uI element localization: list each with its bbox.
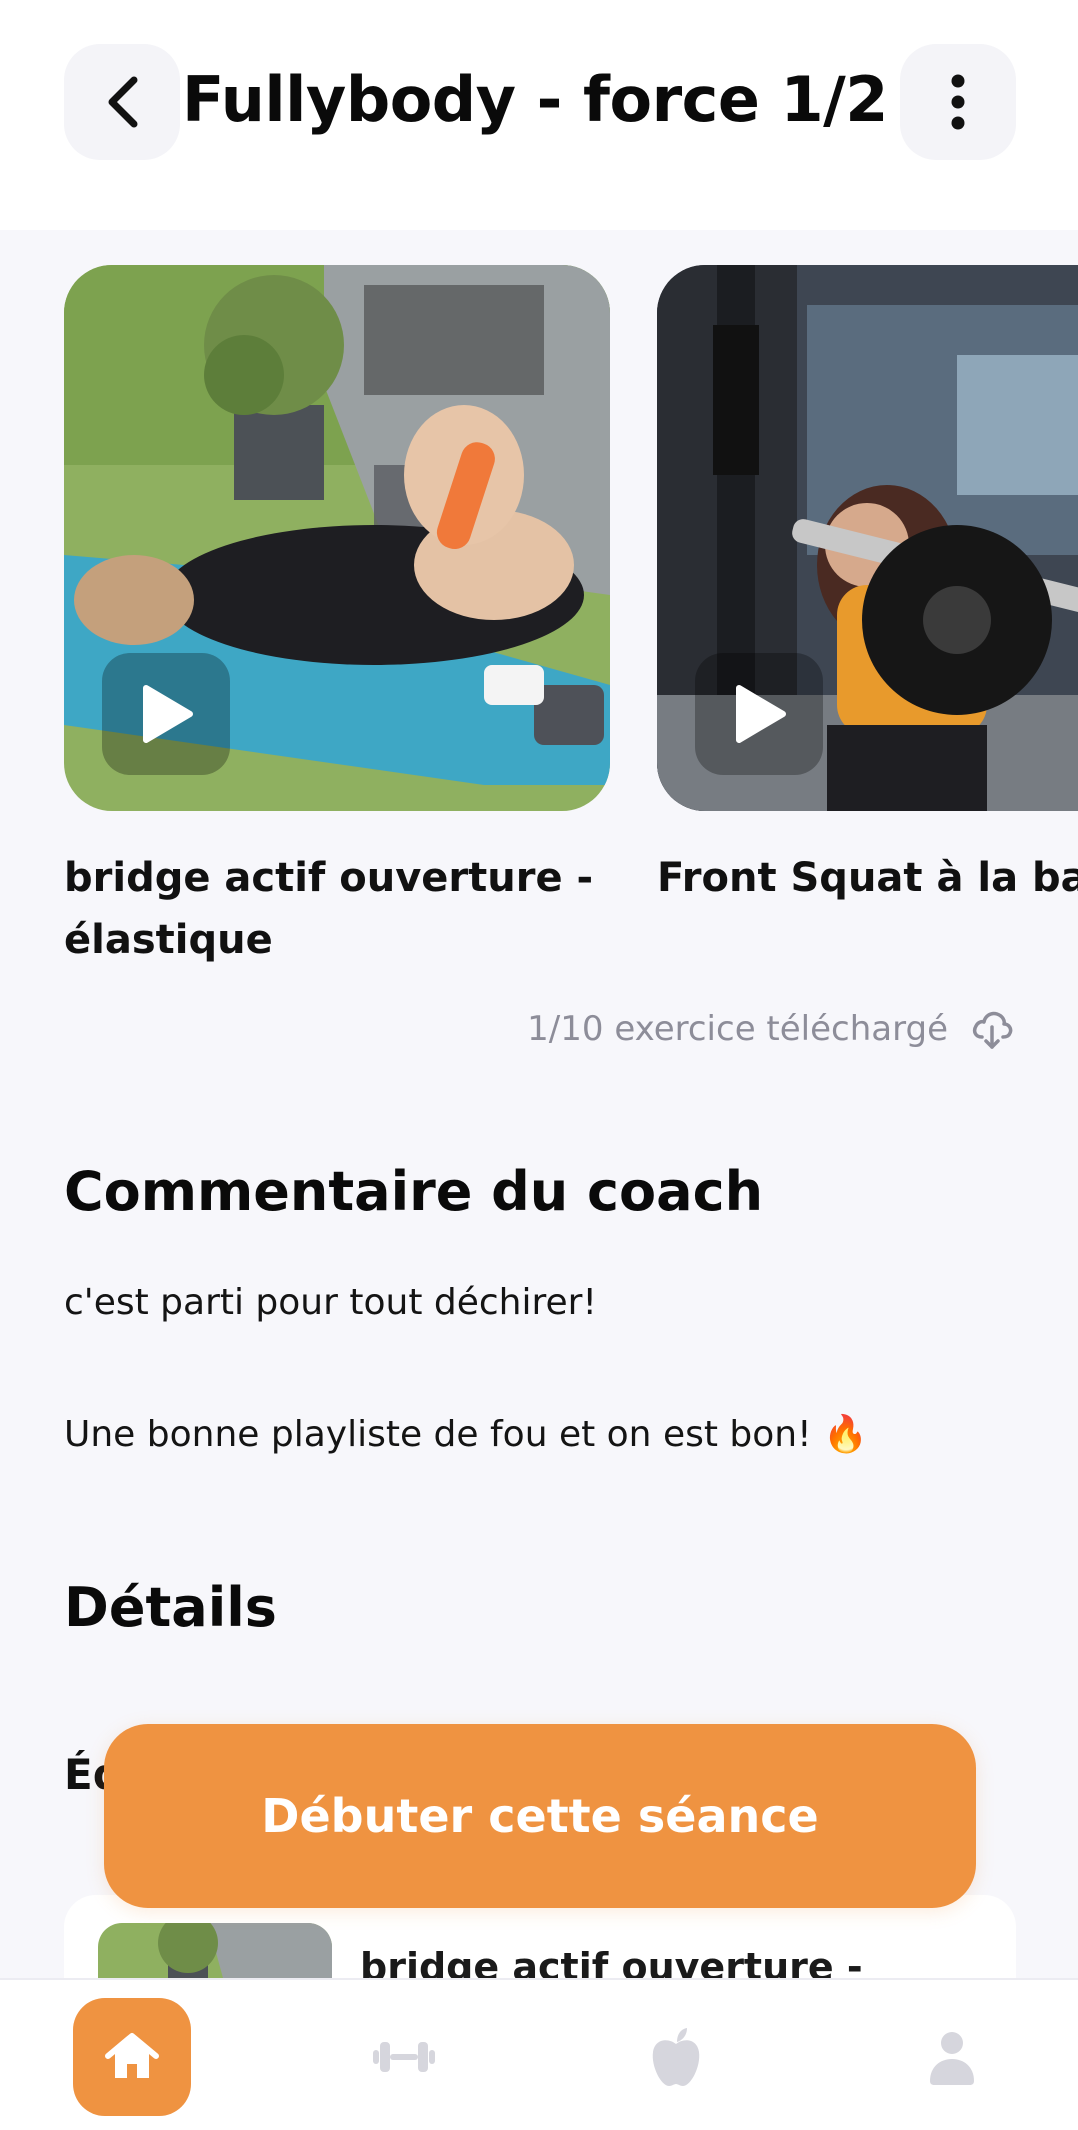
exercise-title-line: élastique bbox=[64, 917, 273, 963]
play-button[interactable] bbox=[695, 653, 823, 775]
user-icon bbox=[930, 2032, 974, 2085]
exercise-card[interactable]: bridge actif ouverture - élastique bbox=[64, 265, 610, 965]
exercise-title[interactable]: bridge actif ouverture - élastique bbox=[64, 847, 610, 965]
cloud-download-icon bbox=[972, 1011, 1013, 1049]
start-session-button[interactable]: Débuter cette séance bbox=[104, 1724, 976, 1908]
details-heading: Détails bbox=[64, 1576, 277, 1639]
exercise-title[interactable]: Front Squat à la barre bbox=[657, 847, 1078, 909]
coach-comment-line: Une bonne playliste de fou et on est bon… bbox=[64, 1414, 868, 1455]
dumbbell-icon bbox=[373, 2042, 435, 2072]
nav-profile[interactable] bbox=[893, 1998, 1011, 2116]
nav-workout[interactable] bbox=[345, 1998, 463, 2116]
exercise-video-thumbnail[interactable] bbox=[657, 265, 1078, 811]
play-icon bbox=[736, 685, 786, 743]
exercise-card[interactable]: Front Squat à la barre bbox=[657, 265, 1078, 909]
apple-icon bbox=[652, 2028, 700, 2086]
exercise-carousel[interactable]: bridge actif ouverture - élastique Front… bbox=[0, 265, 1078, 965]
chevron-left-icon bbox=[108, 76, 138, 128]
page-title-container: Fullybody - force 1/2 bbox=[182, 50, 888, 150]
play-button[interactable] bbox=[102, 653, 230, 775]
nav-nutrition[interactable] bbox=[617, 1998, 735, 2116]
coach-comment-heading: Commentaire du coach bbox=[64, 1160, 764, 1223]
more-options-button[interactable] bbox=[900, 44, 1016, 160]
home-icon bbox=[105, 2033, 159, 2078]
top-bar: Fullybody - force 1/2 bbox=[0, 0, 1078, 230]
back-button[interactable] bbox=[64, 44, 180, 160]
coach-comment-line: c'est parti pour tout déchirer! bbox=[64, 1282, 597, 1323]
play-icon bbox=[143, 685, 193, 743]
download-status[interactable]: 1/10 exercice téléchargé bbox=[527, 1003, 1014, 1055]
vertical-dots-icon bbox=[951, 74, 965, 130]
page-title: Fullybody - force 1/2 bbox=[182, 63, 888, 136]
download-status-text: 1/10 exercice téléchargé bbox=[527, 1009, 948, 1049]
exercise-title-line: bridge actif ouverture - bbox=[64, 855, 594, 901]
bottom-navigation bbox=[0, 1978, 1078, 2130]
nav-home[interactable] bbox=[73, 1998, 191, 2116]
exercise-video-thumbnail[interactable] bbox=[64, 265, 610, 811]
